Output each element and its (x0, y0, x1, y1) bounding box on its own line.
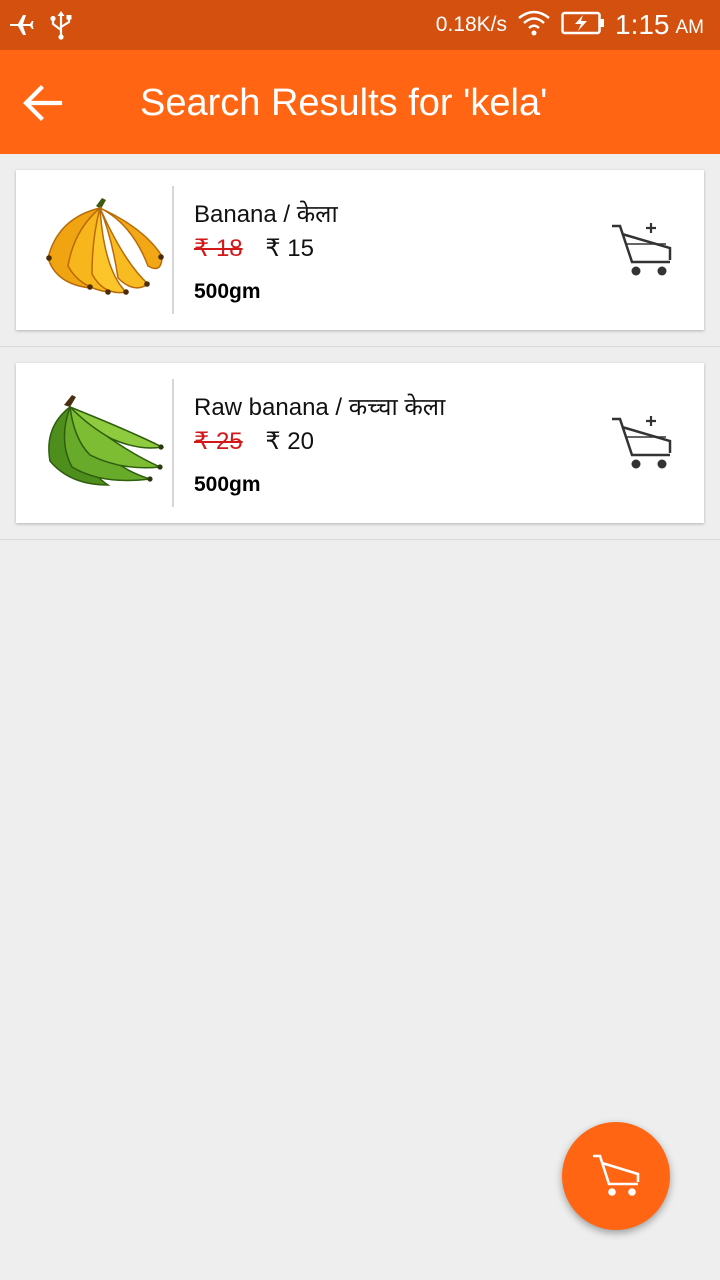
raw-banana-image (48, 395, 165, 486)
airplane-icon (8, 12, 34, 43)
original-price: ₹ 18 (194, 235, 243, 262)
add-to-cart-icon (612, 416, 672, 469)
card-divider (172, 379, 174, 507)
product-prices: ₹ 18 ₹ 15 (194, 234, 314, 263)
usb-icon (48, 10, 74, 45)
page-title: Search Results for 'kela' (140, 82, 548, 124)
cart-icon (593, 1154, 640, 1196)
ripe-banana-image (46, 198, 164, 295)
product-quantity: 500gm (194, 280, 261, 303)
original-price: ₹ 25 (194, 428, 243, 455)
wifi-icon (517, 9, 551, 42)
list-item: Raw banana / कच्चा केला ₹ 25 ₹ 20 500gm (0, 347, 720, 540)
product-name: Banana / केला (194, 201, 338, 228)
back-button[interactable] (20, 80, 66, 126)
app-bar: Search Results for 'kela' (0, 50, 720, 154)
list-item: Banana / केला ₹ 18 ₹ 15 500gm (0, 154, 720, 347)
add-to-cart-button[interactable] (606, 220, 676, 280)
add-to-cart-icon (612, 223, 672, 276)
product-card[interactable]: Banana / केला ₹ 18 ₹ 15 500gm (16, 170, 704, 330)
clock-ampm: AM (675, 17, 705, 38)
card-divider (172, 186, 174, 314)
add-to-cart-button[interactable] (606, 413, 676, 473)
sale-price: ₹ 20 (265, 428, 314, 455)
status-bar: 0.18K/s 1:15 AM (0, 0, 720, 50)
product-card[interactable]: Raw banana / कच्चा केला ₹ 25 ₹ 20 500gm (16, 363, 704, 523)
clock-time: 1:15 (615, 9, 670, 40)
arrow-left-icon (23, 85, 63, 121)
sale-price: ₹ 15 (265, 235, 314, 262)
network-speed: 0.18K/s (435, 13, 507, 36)
battery-charging-icon (561, 11, 605, 40)
product-prices: ₹ 25 ₹ 20 (194, 427, 314, 456)
search-results-list: Banana / केला ₹ 18 ₹ 15 500gm Raw banana… (0, 154, 720, 540)
product-name: Raw banana / कच्चा केला (194, 394, 446, 421)
view-cart-fab[interactable] (562, 1122, 670, 1230)
product-quantity: 500gm (194, 473, 261, 496)
